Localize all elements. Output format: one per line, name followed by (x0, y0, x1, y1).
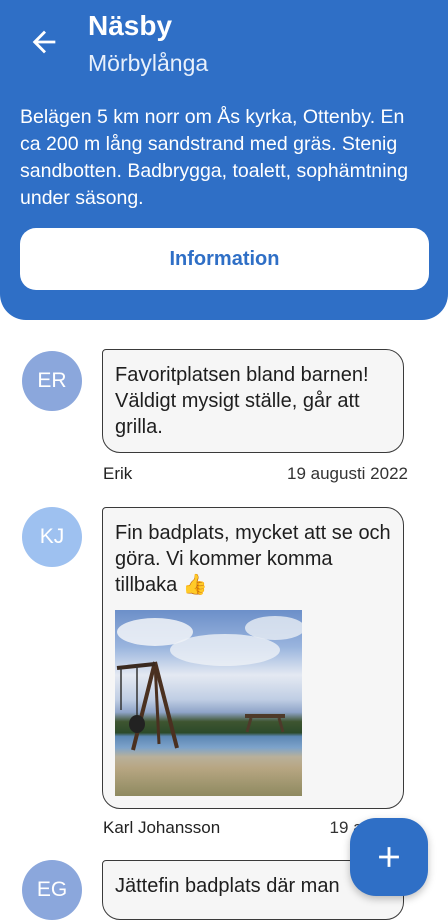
avatar: ER (22, 351, 82, 411)
avatar-initials: EG (36, 878, 68, 901)
comment-text: Fin badplats, mycket att se och göra. Vi… (115, 522, 391, 596)
plus-icon (379, 847, 399, 867)
avatar: EG (22, 860, 82, 920)
comment-photo[interactable] (115, 610, 302, 796)
comment-author: Karl Johansson (103, 818, 221, 837)
comment-bubble: Favoritplatsen bland barnen! Väldigt mys… (102, 349, 404, 453)
comment-text: Jättefin badplats där man (115, 875, 340, 897)
comment-date: 19 augusti 2022 (287, 464, 408, 483)
page-title: Näsby (88, 10, 173, 41)
comment-bubble: Fin badplats, mycket att se och göra. Vi… (102, 507, 404, 809)
comment-text: Favoritplatsen bland barnen! Väldigt mys… (115, 364, 369, 438)
avatar-initials: ER (37, 369, 67, 392)
arrow-left-icon (32, 30, 56, 54)
comment-author: Erik (103, 464, 133, 483)
back-button[interactable] (24, 22, 64, 62)
information-button[interactable]: Information (20, 228, 429, 290)
avatar-initials: KJ (39, 525, 65, 548)
page-subtitle: Mörbylånga (88, 50, 209, 76)
playground-photo-drawing (116, 616, 302, 751)
beach-description: Belägen 5 km norr om Ås kyrka, Ottenby. … (20, 106, 409, 209)
avatar: KJ (22, 507, 82, 567)
beach-header: Näsby Mörbylånga Belägen 5 km norr om Ås… (0, 0, 448, 320)
add-comment-button[interactable] (350, 818, 428, 896)
